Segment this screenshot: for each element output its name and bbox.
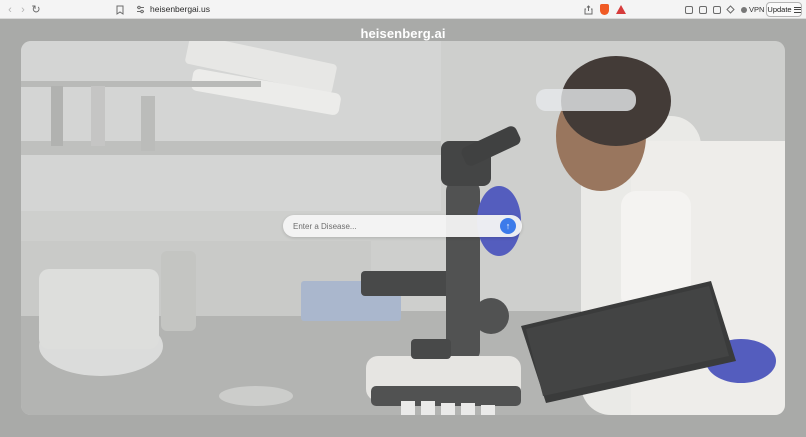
submit-button[interactable]: ↑: [500, 218, 516, 234]
vpn-button[interactable]: VPN: [738, 3, 767, 16]
brand-logo: heisenberg.ai: [360, 26, 446, 41]
back-icon[interactable]: ‹: [4, 2, 16, 17]
extension-icon[interactable]: [683, 2, 694, 17]
update-button[interactable]: Update: [766, 2, 802, 17]
forward-icon[interactable]: ›: [17, 2, 29, 17]
update-label: Update: [767, 5, 792, 14]
arrow-up-icon: ↑: [505, 221, 511, 231]
sidebar-icon[interactable]: [697, 2, 708, 17]
brave-shield-icon[interactable]: [598, 2, 611, 17]
leo-icon[interactable]: [725, 2, 736, 17]
site-settings-icon[interactable]: [134, 2, 146, 17]
bookmark-icon[interactable]: [114, 2, 126, 17]
vpn-status-icon: [741, 6, 747, 13]
hamburger-menu-icon: [793, 6, 801, 13]
wallet-icon[interactable]: [711, 2, 722, 17]
vpn-label: VPN: [749, 5, 765, 14]
address-bar[interactable]: heisenbergai.us: [150, 4, 210, 14]
search-bar: ↑: [283, 215, 522, 237]
share-icon[interactable]: [582, 2, 594, 17]
reload-icon[interactable]: ↻: [30, 2, 42, 17]
disease-search-input[interactable]: [293, 218, 493, 234]
bat-rewards-icon[interactable]: [614, 2, 627, 17]
browser-toolbar: ‹ › ↻ heisenbergai.us VPN Update: [0, 0, 806, 19]
